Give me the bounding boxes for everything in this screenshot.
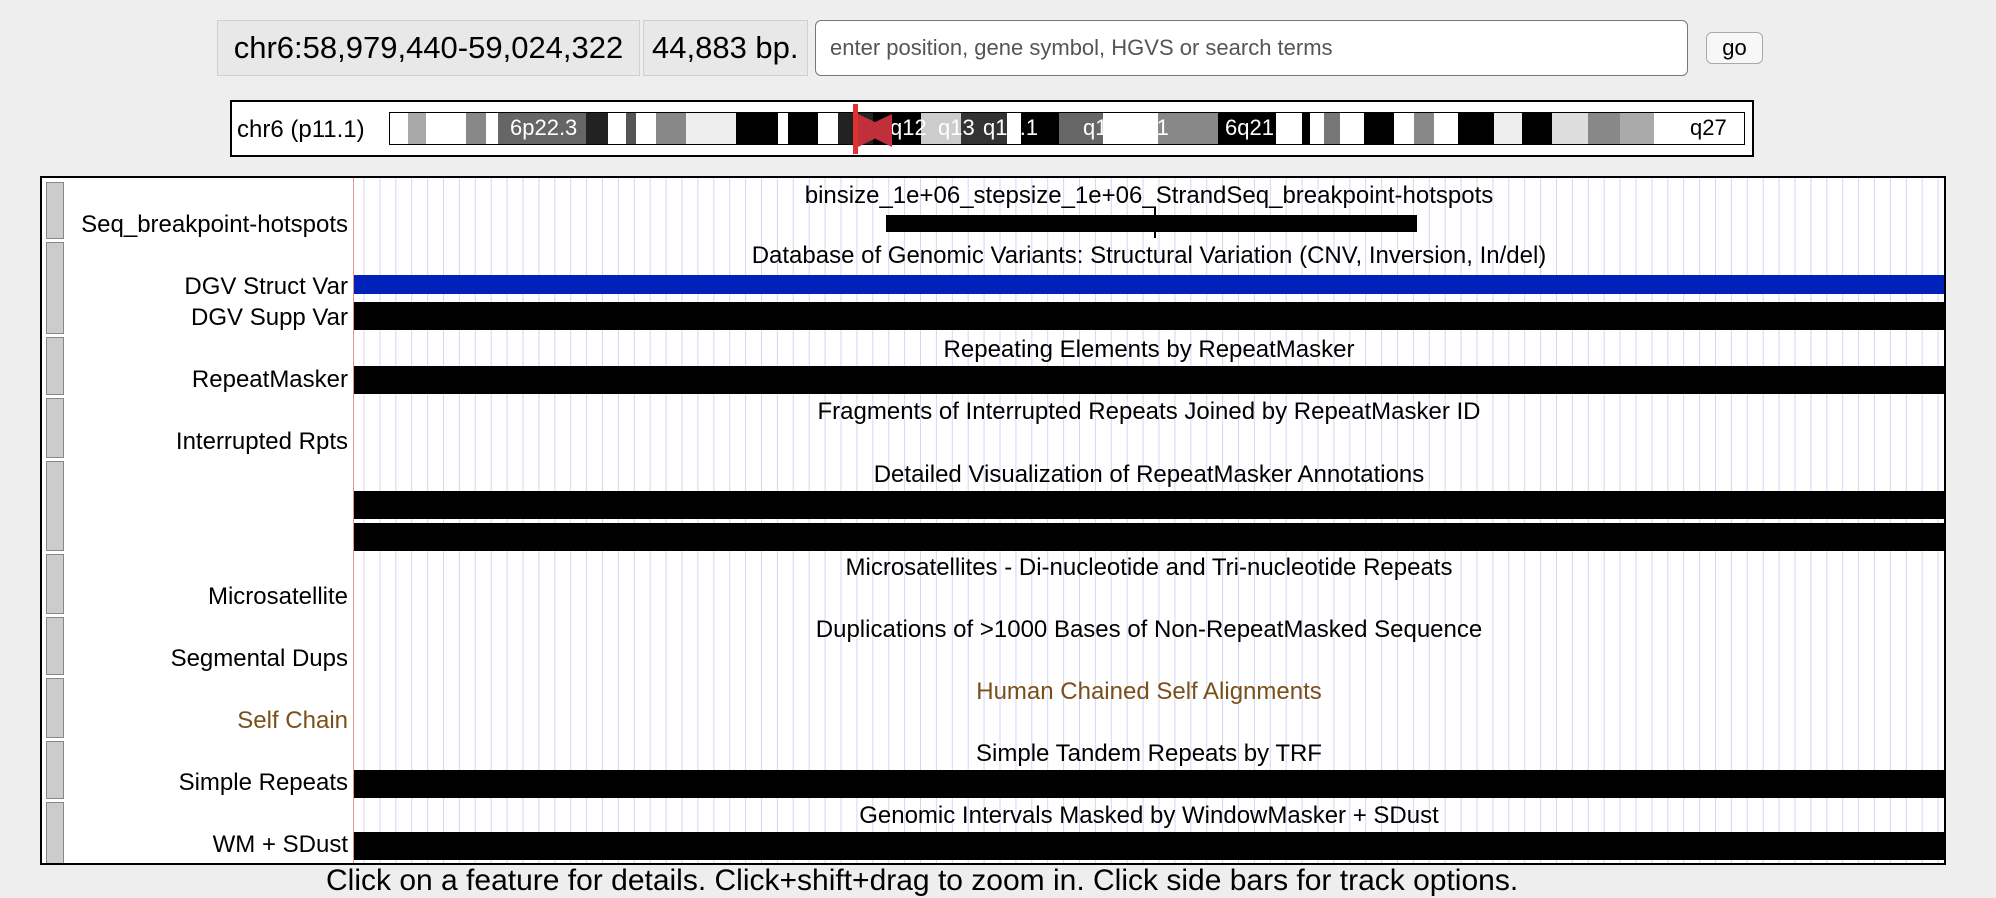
- band-label-16-1: 16.1: [1126, 115, 1169, 140]
- chromosome-ideogram[interactable]: chr6 (p11.1) 6p22.3 q12 q13 q14.1 q15 16…: [230, 100, 1754, 157]
- chromosome-label: chr6 (p11.1): [237, 116, 365, 143]
- track-data-area[interactable]: binsize_1e+06_stepsize_1e+06_StrandSeq_b…: [354, 178, 1944, 863]
- track-title-simplerepeats: Simple Tandem Repeats by TRF: [976, 740, 1322, 767]
- track-label-interrupted[interactable]: Interrupted Rpts: [176, 428, 348, 456]
- centromere-icon: [858, 114, 892, 147]
- band-label-26: 26: [1654, 115, 1679, 140]
- side-button-segdups[interactable]: [46, 617, 64, 675]
- track-label-wmsdust[interactable]: WM + SDust: [213, 831, 348, 859]
- track-label-dgv-supp[interactable]: DGV Supp Var: [191, 304, 348, 332]
- track-title-dgv: Database of Genomic Variants: Structural…: [751, 242, 1547, 269]
- rmsk-detail-feature-2[interactable]: [354, 523, 1944, 551]
- track-panel[interactable]: Seq_breakpoint-hotspots DGV Struct Var D…: [40, 176, 1946, 865]
- usage-hint: Click on a feature for details. Click+sh…: [326, 864, 1519, 897]
- side-button-hotspots[interactable]: [46, 182, 64, 239]
- side-buttons[interactable]: [42, 178, 68, 863]
- track-title-rmsk-detail: Detailed Visualization of RepeatMasker A…: [873, 461, 1425, 488]
- side-button-selfchain[interactable]: [46, 678, 64, 738]
- hotspot-feature[interactable]: [886, 215, 1417, 232]
- side-button-interrupted[interactable]: [46, 398, 64, 458]
- track-title-microsatellite: Microsatellites - Di-nucleotide and Tri-…: [845, 554, 1453, 581]
- track-label-hotspots[interactable]: Seq_breakpoint-hotspots: [81, 211, 348, 239]
- track-labels: Seq_breakpoint-hotspots DGV Struct Var D…: [42, 178, 354, 863]
- repeatmasker-feature[interactable]: [354, 366, 1944, 394]
- track-label-selfchain[interactable]: Self Chain: [237, 707, 348, 735]
- rmsk-detail-feature-1[interactable]: [354, 491, 1944, 519]
- band-label-q27: q27: [1690, 115, 1727, 140]
- track-label-microsatellite[interactable]: Microsatellite: [208, 583, 348, 611]
- side-button-simplerepeats[interactable]: [46, 741, 64, 799]
- search-input[interactable]: [815, 20, 1688, 76]
- band-label-q14-1: q14.1: [983, 115, 1039, 140]
- band-label-q12: q12: [890, 115, 927, 140]
- track-title-repeatmasker: Repeating Elements by RepeatMasker: [943, 336, 1355, 363]
- track-label-dgv-struct[interactable]: DGV Struct Var: [184, 273, 348, 301]
- track-title-segdups: Duplications of >1000 Bases of Non-Repea…: [815, 616, 1483, 643]
- track-title-wmsdust: Genomic Intervals Masked by WindowMasker…: [859, 802, 1439, 829]
- track-title-hotspots: binsize_1e+06_stepsize_1e+06_StrandSeq_b…: [804, 182, 1494, 209]
- track-label-segdups[interactable]: Segmental Dups: [171, 645, 348, 673]
- track-label-simplerepeats[interactable]: Simple Repeats: [179, 769, 348, 797]
- side-button-microsatellite[interactable]: [46, 554, 64, 614]
- position-display: chr6:58,979,440-59,024,322: [217, 20, 640, 76]
- side-button-dgv[interactable]: [46, 242, 64, 334]
- track-title-selfchain: Human Chained Self Alignments: [976, 678, 1322, 705]
- band-label-6p22-3: 6p22.3: [510, 115, 578, 140]
- wmsdust-feature[interactable]: [354, 832, 1944, 860]
- track-label-repeatmasker[interactable]: RepeatMasker: [192, 366, 348, 394]
- side-button-wmsdust[interactable]: [46, 802, 64, 863]
- side-button-repeatmasker[interactable]: [46, 337, 64, 395]
- dgv-supp-feature[interactable]: [354, 302, 1944, 330]
- side-button-rmsk-detail[interactable]: [46, 461, 64, 551]
- band-label-q13: q13: [938, 115, 975, 140]
- dgv-struct-feature[interactable]: [354, 275, 1944, 294]
- simplerepeats-feature[interactable]: [354, 770, 1944, 798]
- track-title-interrupted: Fragments of Interrupted Repeats Joined …: [817, 398, 1481, 425]
- band-label-q15: q15: [1083, 115, 1120, 140]
- hotspot-tick: [1154, 208, 1156, 238]
- go-button[interactable]: go: [1706, 32, 1763, 64]
- ideogram-bands[interactable]: 6p22.3 q12 q13 q14.1 q15 16.1 6q21 26 q2…: [389, 112, 1745, 145]
- band-label-6q21: 6q21: [1225, 115, 1274, 140]
- region-size: 44,883 bp.: [643, 20, 808, 76]
